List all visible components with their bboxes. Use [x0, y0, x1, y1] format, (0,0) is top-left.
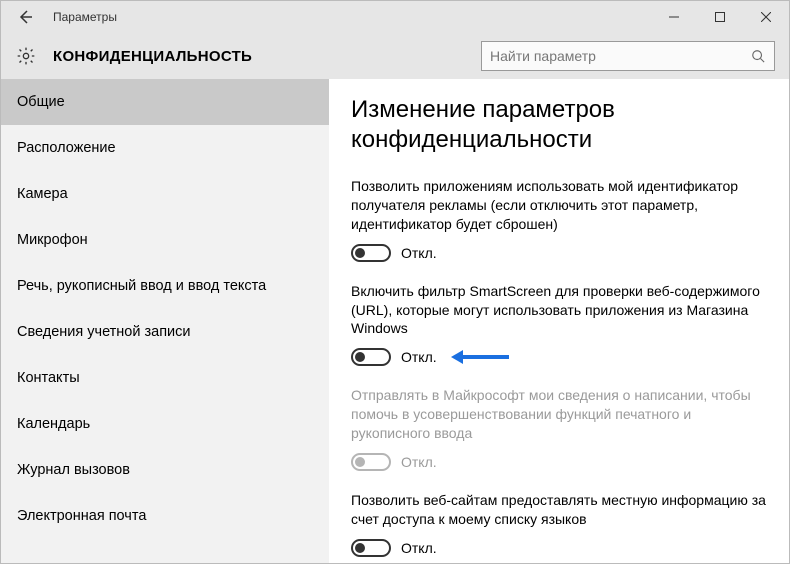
setting-description: Отправлять в Майкрософт мои сведения о н…	[351, 386, 767, 443]
sidebar-item-6[interactable]: Контакты	[1, 355, 329, 401]
toggle-knob	[355, 457, 365, 467]
gear-icon	[15, 45, 37, 67]
toggle-knob	[355, 352, 365, 362]
toggle-switch[interactable]	[351, 348, 391, 366]
sidebar-item-7[interactable]: Календарь	[1, 401, 329, 447]
toggle-state-label: Откл.	[401, 349, 437, 365]
sidebar-item-label: Камера	[17, 186, 68, 202]
setting-description: Позволить приложениям использовать мой и…	[351, 177, 767, 234]
sidebar-item-label: Электронная почта	[17, 508, 146, 524]
setting-3: Позволить веб-сайтам предоставлять местн…	[351, 491, 767, 557]
back-button[interactable]	[11, 3, 39, 31]
sidebar-item-0[interactable]: Общие	[1, 79, 329, 125]
search-icon	[750, 48, 766, 64]
maximize-icon	[715, 12, 725, 22]
setting-description: Позволить веб-сайтам предоставлять местн…	[351, 491, 767, 529]
body: Общие Расположение Камера Микрофон Речь, рук…	[1, 79, 789, 563]
toggle-state-label: Откл.	[401, 540, 437, 556]
toggle-state-label: Откл.	[401, 245, 437, 261]
arrow-left-icon	[17, 9, 33, 25]
setting-0: Позволить приложениям использовать мой и…	[351, 177, 767, 262]
header: КОНФИДЕНЦИАЛЬНОСТЬ	[1, 33, 789, 79]
titlebar: Параметры	[1, 1, 789, 33]
sidebar-item-label: Календарь	[17, 416, 90, 432]
toggle-switch	[351, 453, 391, 471]
toggle-knob	[355, 248, 365, 258]
settings-window: Параметры КОНФИДЕНЦИАЛЬНОСТЬ	[0, 0, 790, 564]
sidebar-item-label: Общие	[17, 94, 65, 110]
sidebar-item-label: Речь, рукописный ввод и ввод текста	[17, 278, 266, 294]
sidebar-item-label: Контакты	[17, 370, 80, 386]
maximize-button[interactable]	[697, 1, 743, 33]
minimize-button[interactable]	[651, 1, 697, 33]
toggle-switch[interactable]	[351, 244, 391, 262]
toggle-row: Откл.	[351, 348, 767, 366]
window-title: Параметры	[53, 10, 117, 24]
hint-arrow-icon	[461, 355, 509, 359]
settings-list: Позволить приложениям использовать мой и…	[351, 177, 767, 557]
content: Изменение параметров конфиденциальности …	[329, 79, 789, 563]
close-icon	[761, 12, 771, 22]
search-box[interactable]	[481, 41, 775, 71]
close-button[interactable]	[743, 1, 789, 33]
setting-2: Отправлять в Майкрософт мои сведения о н…	[351, 386, 767, 471]
sidebar-item-4[interactable]: Речь, рукописный ввод и ввод текста	[1, 263, 329, 309]
sidebar-item-1[interactable]: Расположение	[1, 125, 329, 171]
sidebar-item-label: Сведения учетной записи	[17, 324, 191, 340]
sidebar-item-label: Журнал вызовов	[17, 462, 130, 478]
sidebar-item-9[interactable]: Электронная почта	[1, 493, 329, 539]
sidebar-item-2[interactable]: Камера	[1, 171, 329, 217]
sidebar-item-label: Расположение	[17, 140, 116, 156]
minimize-icon	[669, 12, 679, 22]
sidebar-item-8[interactable]: Журнал вызовов	[1, 447, 329, 493]
setting-1: Включить фильтр SmartScreen для проверки…	[351, 282, 767, 367]
sidebar-item-label: Микрофон	[17, 232, 88, 248]
toggle-state-label: Откл.	[401, 454, 437, 470]
toggle-row: Откл.	[351, 453, 767, 471]
page-heading: Изменение параметров конфиденциальности	[351, 95, 767, 155]
category-title: КОНФИДЕНЦИАЛЬНОСТЬ	[53, 48, 252, 65]
toggle-row: Откл.	[351, 244, 767, 262]
setting-description: Включить фильтр SmartScreen для проверки…	[351, 282, 767, 339]
sidebar-item-3[interactable]: Микрофон	[1, 217, 329, 263]
toggle-knob	[355, 543, 365, 553]
search-input[interactable]	[490, 48, 750, 64]
toggle-row: Откл.	[351, 539, 767, 557]
sidebar: Общие Расположение Камера Микрофон Речь, рук…	[1, 79, 329, 563]
sidebar-item-5[interactable]: Сведения учетной записи	[1, 309, 329, 355]
toggle-switch[interactable]	[351, 539, 391, 557]
